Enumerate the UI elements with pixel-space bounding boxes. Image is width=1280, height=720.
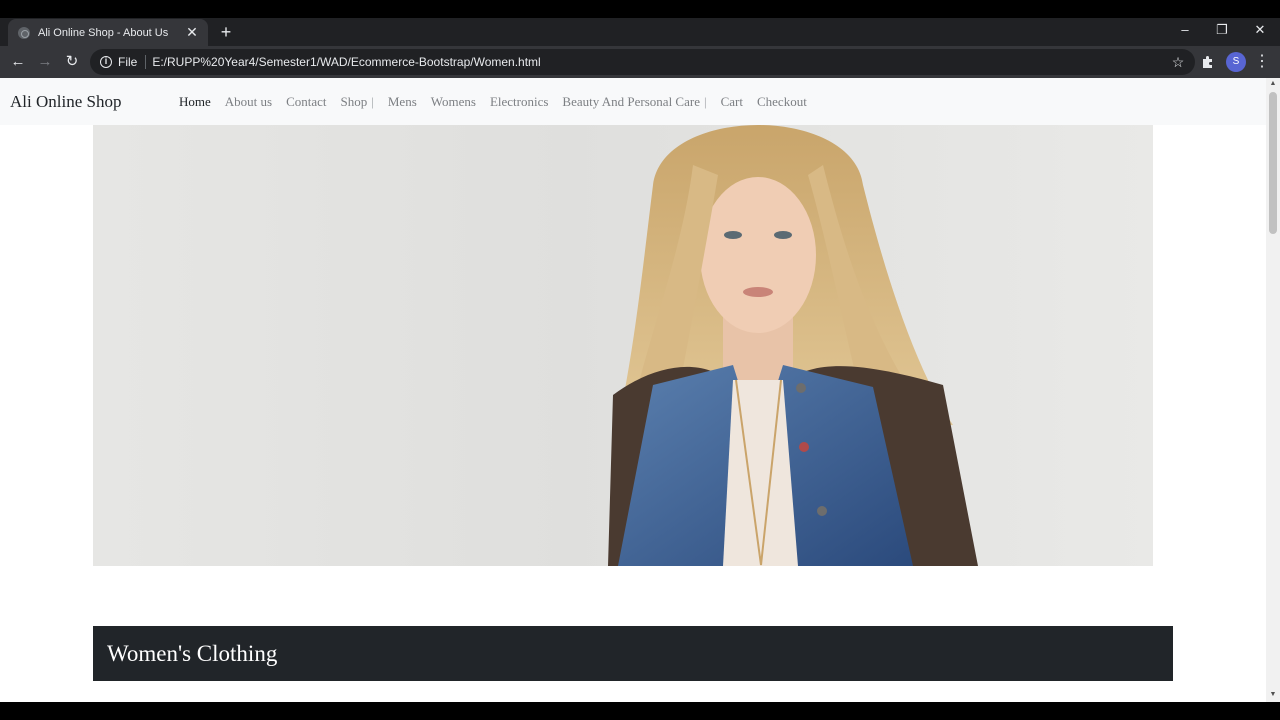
nav-checkout[interactable]: Checkout: [757, 94, 807, 110]
minimize-icon[interactable]: –: [1175, 22, 1195, 37]
url-text[interactable]: E:/RUPP%20Year4/Semester1/WAD/Ecommerce-…: [152, 55, 1167, 69]
site-brand[interactable]: Ali Online Shop: [10, 92, 179, 112]
nav-cart[interactable]: Cart: [721, 94, 743, 110]
nav-divider: |: [703, 93, 707, 109]
browser-toolbar: ← → ↻ i File E:/RUPP%20Year4/Semester1/W…: [0, 46, 1280, 78]
nav-contact[interactable]: Contact: [286, 94, 326, 110]
restore-icon[interactable]: ❐: [1212, 22, 1232, 38]
site-navbar: Ali Online Shop Home About us Contact Sh…: [0, 78, 1266, 125]
info-icon[interactable]: i: [100, 56, 112, 68]
nav-electronics[interactable]: Electronics: [490, 94, 548, 110]
omnibox-divider: [145, 55, 147, 69]
puzzle-icon[interactable]: [1199, 53, 1217, 71]
close-icon[interactable]: ✕: [184, 24, 200, 41]
page-viewport: Ali Online Shop Home About us Contact Sh…: [0, 78, 1266, 702]
browser-tab[interactable]: Ali Online Shop - About Us ✕: [8, 19, 208, 46]
screen-top-strip: [0, 0, 1280, 18]
forward-icon[interactable]: →: [35, 53, 55, 71]
hero-image: [93, 125, 1153, 566]
nav-womens[interactable]: Womens: [431, 94, 476, 110]
kebab-menu-icon[interactable]: ⋮: [1254, 53, 1270, 71]
tab-title: Ali Online Shop - About Us: [38, 26, 169, 39]
nav-links: Home About us Contact Shop | Mens Womens…: [179, 94, 821, 110]
scrollbar-thumb[interactable]: [1269, 92, 1277, 234]
url-scheme: File: [118, 55, 138, 69]
nav-beauty[interactable]: Beauty And Personal Care: [562, 94, 700, 110]
star-icon[interactable]: ☆: [1167, 54, 1189, 71]
reload-icon[interactable]: ↻: [62, 53, 82, 71]
scroll-up-icon[interactable]: ▲: [1269, 80, 1277, 87]
nav-mens[interactable]: Mens: [388, 94, 417, 110]
section-title: Women's Clothing: [93, 626, 1173, 681]
scrollbar[interactable]: ▲ ▼: [1266, 78, 1280, 702]
globe-icon: [18, 26, 30, 39]
close-window-icon[interactable]: ✕: [1250, 22, 1270, 38]
nav-about[interactable]: About us: [225, 94, 272, 110]
nav-home[interactable]: Home: [179, 94, 211, 110]
address-bar[interactable]: i File E:/RUPP%20Year4/Semester1/WAD/Eco…: [90, 49, 1195, 75]
woman-portrait-illustration: [608, 125, 978, 566]
nav-shop[interactable]: Shop: [341, 94, 368, 110]
scroll-down-icon[interactable]: ▼: [1269, 691, 1277, 698]
plus-icon[interactable]: +: [216, 22, 236, 42]
back-icon[interactable]: ←: [8, 53, 28, 71]
nav-divider: |: [371, 93, 374, 109]
avatar[interactable]: S: [1226, 52, 1246, 72]
screen-bottom-strip: [0, 702, 1280, 720]
